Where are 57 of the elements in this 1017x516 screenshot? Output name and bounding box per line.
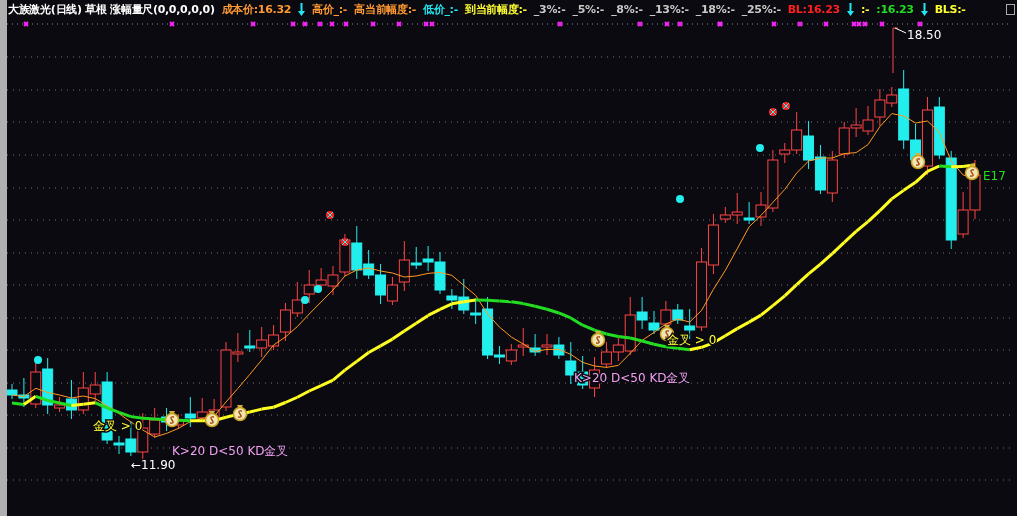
- candlestick: [862, 105, 874, 136]
- dot-marker-icon: [301, 296, 309, 304]
- money-bag-icon: [964, 164, 980, 181]
- candlestick: [838, 121, 850, 159]
- money-bag-icon: [910, 153, 926, 170]
- x-marker-icon: [326, 211, 334, 219]
- chart-label: 18.50: [907, 27, 942, 42]
- x-marker-icon: [341, 238, 349, 246]
- candlestick: [517, 327, 529, 357]
- candlestick: [505, 343, 517, 366]
- money-bag-icon: [164, 411, 180, 428]
- chart-label: ←11.90: [131, 457, 176, 472]
- candlestick: [244, 329, 256, 353]
- indicator-text: _3%:-: [533, 2, 566, 16]
- money-bag-icon: [590, 331, 606, 348]
- money-bag-icon: [204, 411, 220, 428]
- candlestick: [850, 107, 862, 138]
- indicator-text: _18%:-: [695, 2, 735, 16]
- leader-line: [894, 27, 907, 34]
- indicator-text: :-: [860, 2, 870, 16]
- chart-label: E17: [983, 168, 1006, 183]
- indicator-text: 成本价:16.32: [221, 1, 292, 17]
- indicator-text: _25%:-: [741, 2, 781, 16]
- x-marker-icon: [769, 108, 777, 116]
- candlestick: [969, 159, 981, 220]
- candlestick: [327, 265, 339, 296]
- candlestick: [375, 263, 387, 305]
- indicator-text: BLS:-: [934, 2, 966, 16]
- indicator-text: 大族激光(日线) 草根 涨幅量尺(0,0,0,0,0): [8, 1, 215, 17]
- candle-wick: [892, 27, 899, 74]
- candlestick: [291, 281, 303, 318]
- candlestick: [541, 333, 553, 356]
- candlestick: [826, 150, 838, 203]
- indicator-text: 高价_:-: [312, 1, 348, 17]
- indicator-text: 到当前幅度:-: [464, 1, 527, 17]
- candlestick: [529, 333, 541, 357]
- candlestick: [803, 120, 815, 170]
- dot-marker-icon: [34, 356, 42, 364]
- x-marker-icon: [782, 102, 790, 110]
- money-bag-icon: [232, 405, 248, 422]
- dot-marker-icon: [756, 144, 764, 152]
- indicator-text: _8%:-: [611, 2, 643, 16]
- chart-label: K>20 D<50 KD金叉: [172, 443, 289, 458]
- candlestick: [339, 233, 351, 277]
- candlestick: [648, 310, 660, 335]
- indicator-text: 高当前幅度:-: [354, 1, 416, 17]
- dot-marker-icon: [676, 195, 684, 203]
- candlestick: [814, 144, 826, 195]
- indicator-text: BL:16.23: [787, 2, 840, 16]
- indicator-text: _5%:-: [572, 2, 605, 16]
- indicator-text: 低价_:-: [423, 1, 458, 17]
- candlestick: [256, 326, 268, 358]
- square-icon[interactable]: [1006, 3, 1015, 15]
- indicator-text: _13%:-: [649, 2, 689, 16]
- dot-marker-icon: [314, 285, 322, 293]
- indicator-text: :16.23: [876, 2, 914, 16]
- candlestick: [77, 371, 89, 415]
